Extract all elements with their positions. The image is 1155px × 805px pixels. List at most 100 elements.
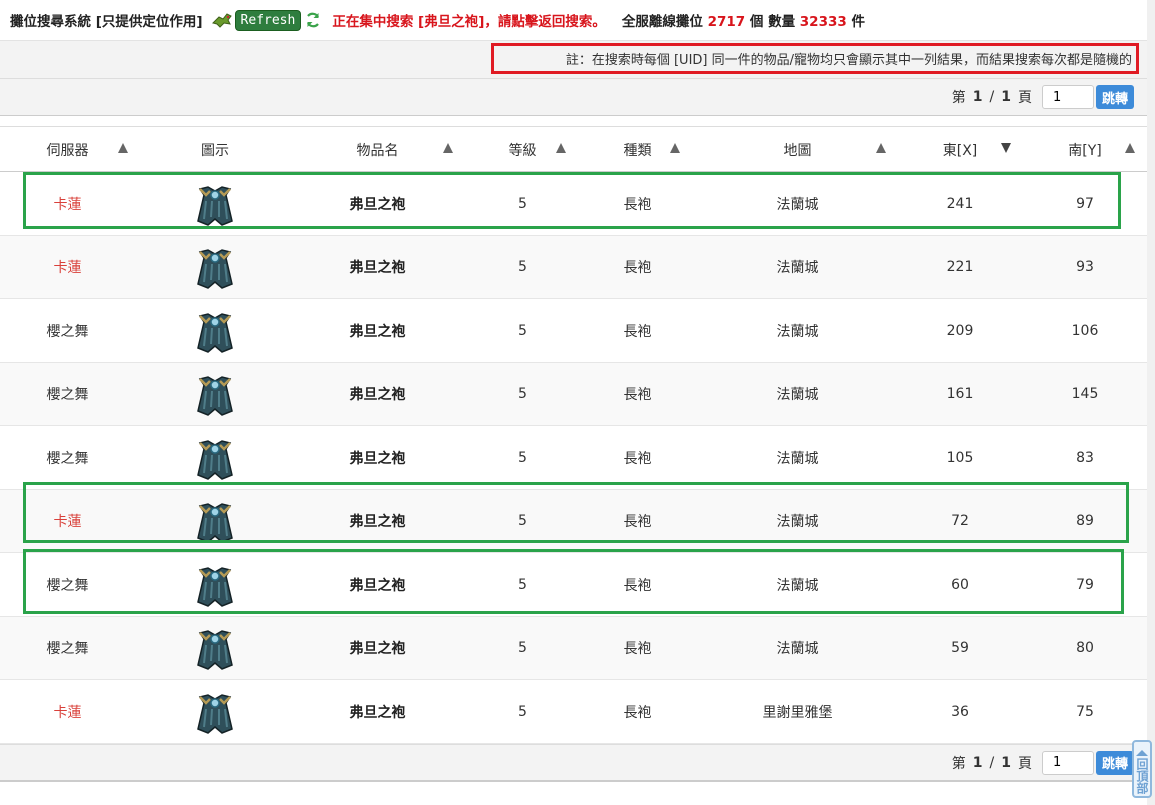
table-row[interactable]: 櫻之舞 弗旦之袍 5 長袍 法蘭城 59 80	[0, 616, 1147, 680]
cell-icon	[170, 236, 260, 299]
cell-x: 105	[946, 449, 974, 466]
sort-y-icon[interactable]	[1125, 143, 1135, 153]
arrow-up-icon	[1136, 750, 1148, 756]
search-status-text[interactable]: 正在集中搜索 [弗旦之袍]，請點擊返回搜索。	[332, 10, 606, 30]
cell-server: 卡蓮	[53, 260, 82, 276]
cell-level: 5	[518, 195, 527, 212]
cell-type: 長袍	[623, 196, 652, 213]
cell-icon	[170, 490, 260, 553]
cell-server: 卡蓮	[53, 704, 82, 721]
system-title: 攤位搜尋系統 [只提供定位作用]	[10, 14, 203, 30]
cell-x: 209	[946, 322, 974, 339]
cell-item-name[interactable]: 弗旦之袍	[330, 490, 425, 553]
table-row[interactable]: 卡蓮 弗旦之袍 5 長袍 法蘭城 72 89	[0, 489, 1147, 553]
cell-icon	[170, 553, 260, 616]
table-row[interactable]: 卡蓮 弗旦之袍 5 長袍 里謝里雅堡 36 75	[0, 680, 1147, 744]
cell-icon	[170, 299, 260, 362]
cell-item-name[interactable]: 弗旦之袍	[330, 617, 425, 680]
page-total: 1	[1001, 89, 1011, 105]
robe-icon	[197, 630, 233, 670]
cell-map: 法蘭城	[776, 514, 819, 530]
page-prefix: 第	[951, 755, 966, 772]
sort-name-icon[interactable]	[443, 143, 453, 153]
cell-y: 106	[1071, 322, 1099, 339]
table-row[interactable]: 櫻之舞 弗旦之袍 5 長袍 法蘭城 209 106	[0, 299, 1147, 363]
cell-x: 60	[951, 576, 969, 593]
cell-type: 長袍	[623, 387, 652, 403]
page-total: 1	[1001, 754, 1011, 771]
page-suffix: 頁	[1017, 755, 1032, 772]
back-to-top-label: 回頂部	[1135, 758, 1149, 794]
table-row[interactable]: 卡蓮 弗旦之袍 5 長袍 法蘭城 241 97	[0, 172, 1147, 236]
cell-item-name[interactable]: 弗旦之袍	[330, 680, 425, 743]
robe-icon	[197, 503, 233, 543]
jump-button[interactable]: 跳轉	[1095, 750, 1134, 775]
server-stats: 全服離線攤位 2717 個 數量 32333 件	[622, 10, 865, 30]
note-text: 註：在搜索時每個 [UID] 同一件的物品/寵物均只會顯示其中一列結果，而結果搜…	[491, 43, 1139, 74]
cell-type: 長袍	[623, 577, 652, 594]
cell-map: 法蘭城	[776, 323, 819, 340]
table-row[interactable]: 櫻之舞 弗旦之袍 5 長袍 法蘭城 105 83	[0, 426, 1147, 490]
cell-map: 法蘭城	[776, 196, 819, 213]
robe-icon	[197, 693, 233, 734]
cell-map: 法蘭城	[776, 641, 819, 657]
sort-map-icon[interactable]	[876, 143, 886, 153]
page-scrollbar[interactable]	[1147, 0, 1155, 805]
page-input[interactable]	[1041, 85, 1094, 109]
item-count: 32333	[799, 14, 847, 30]
table-row[interactable]: 櫻之舞 弗旦之袍 5 長袍 法蘭城 161 145	[0, 362, 1147, 426]
refresh-button[interactable]: Refresh	[234, 9, 302, 31]
cell-x: 59	[951, 640, 969, 656]
table-row[interactable]: 櫻之舞 弗旦之袍 5 長袍 法蘭城 60 79	[0, 553, 1147, 617]
cell-item-name[interactable]: 弗旦之袍	[330, 553, 425, 616]
page-separator: /	[989, 89, 995, 105]
cell-type: 長袍	[623, 704, 652, 721]
robe-icon	[197, 376, 233, 416]
cell-server: 櫻之舞	[46, 641, 89, 657]
page-prefix: 第	[951, 90, 966, 106]
cell-server: 櫻之舞	[46, 323, 89, 340]
page-input[interactable]	[1041, 750, 1094, 775]
col-type[interactable]: 種類	[605, 127, 670, 173]
refresh-icon[interactable]	[304, 11, 322, 29]
sort-x-icon[interactable]	[1001, 143, 1011, 153]
col-level[interactable]: 等級	[490, 127, 555, 173]
table-body: 卡蓮 弗旦之袍 5 長袍 法蘭城 241 97 卡蓮 弗旦之袍 5 長袍 法蘭城 221 93 櫻之舞 弗旦之…	[0, 172, 1147, 744]
col-item-name[interactable]: 物品名	[330, 127, 425, 173]
cell-y: 93	[1076, 259, 1094, 275]
sort-type-icon[interactable]	[670, 143, 680, 153]
cell-server: 櫻之舞	[46, 577, 89, 594]
col-icon: 圖示	[201, 143, 229, 159]
cell-x: 36	[951, 703, 969, 720]
cell-item-name[interactable]: 弗旦之袍	[330, 172, 425, 235]
jump-button[interactable]: 跳轉	[1095, 85, 1134, 109]
header-bar: 攤位搜尋系統 [只提供定位作用] Refresh 正在集中搜索 [弗旦之袍]，請…	[0, 0, 1147, 40]
back-to-top-button[interactable]: 回頂部	[1132, 740, 1152, 798]
cell-map: 法蘭城	[776, 260, 819, 276]
cell-server: 櫻之舞	[46, 450, 89, 467]
cell-map: 里謝里雅堡	[762, 704, 833, 721]
cell-type: 長袍	[623, 450, 652, 467]
cell-item-name[interactable]: 弗旦之袍	[330, 363, 425, 426]
col-map[interactable]: 地圖	[750, 127, 845, 173]
col-y[interactable]: 南[Y]	[1050, 127, 1120, 173]
col-server[interactable]: 伺服器	[20, 127, 115, 173]
cell-type: 長袍	[623, 323, 652, 340]
sort-server-icon[interactable]	[118, 143, 128, 153]
stats-suffix: 件	[851, 14, 865, 30]
cell-level: 5	[518, 259, 527, 275]
cell-item-name[interactable]: 弗旦之袍	[330, 236, 425, 299]
cell-item-name[interactable]: 弗旦之袍	[330, 299, 425, 362]
cell-map: 法蘭城	[776, 577, 819, 594]
cell-x: 221	[946, 259, 974, 275]
stats-prefix: 全服離線攤位	[621, 14, 703, 30]
col-x[interactable]: 東[X]	[925, 127, 995, 173]
sort-level-icon[interactable]	[556, 143, 566, 153]
cell-y: 79	[1076, 576, 1094, 593]
cell-y: 97	[1076, 195, 1094, 212]
cell-type: 長袍	[623, 514, 652, 530]
table-row[interactable]: 卡蓮 弗旦之袍 5 長袍 法蘭城 221 93	[0, 235, 1147, 299]
cell-level: 5	[518, 386, 527, 402]
cell-item-name[interactable]: 弗旦之袍	[330, 426, 425, 489]
cell-icon	[170, 363, 260, 426]
